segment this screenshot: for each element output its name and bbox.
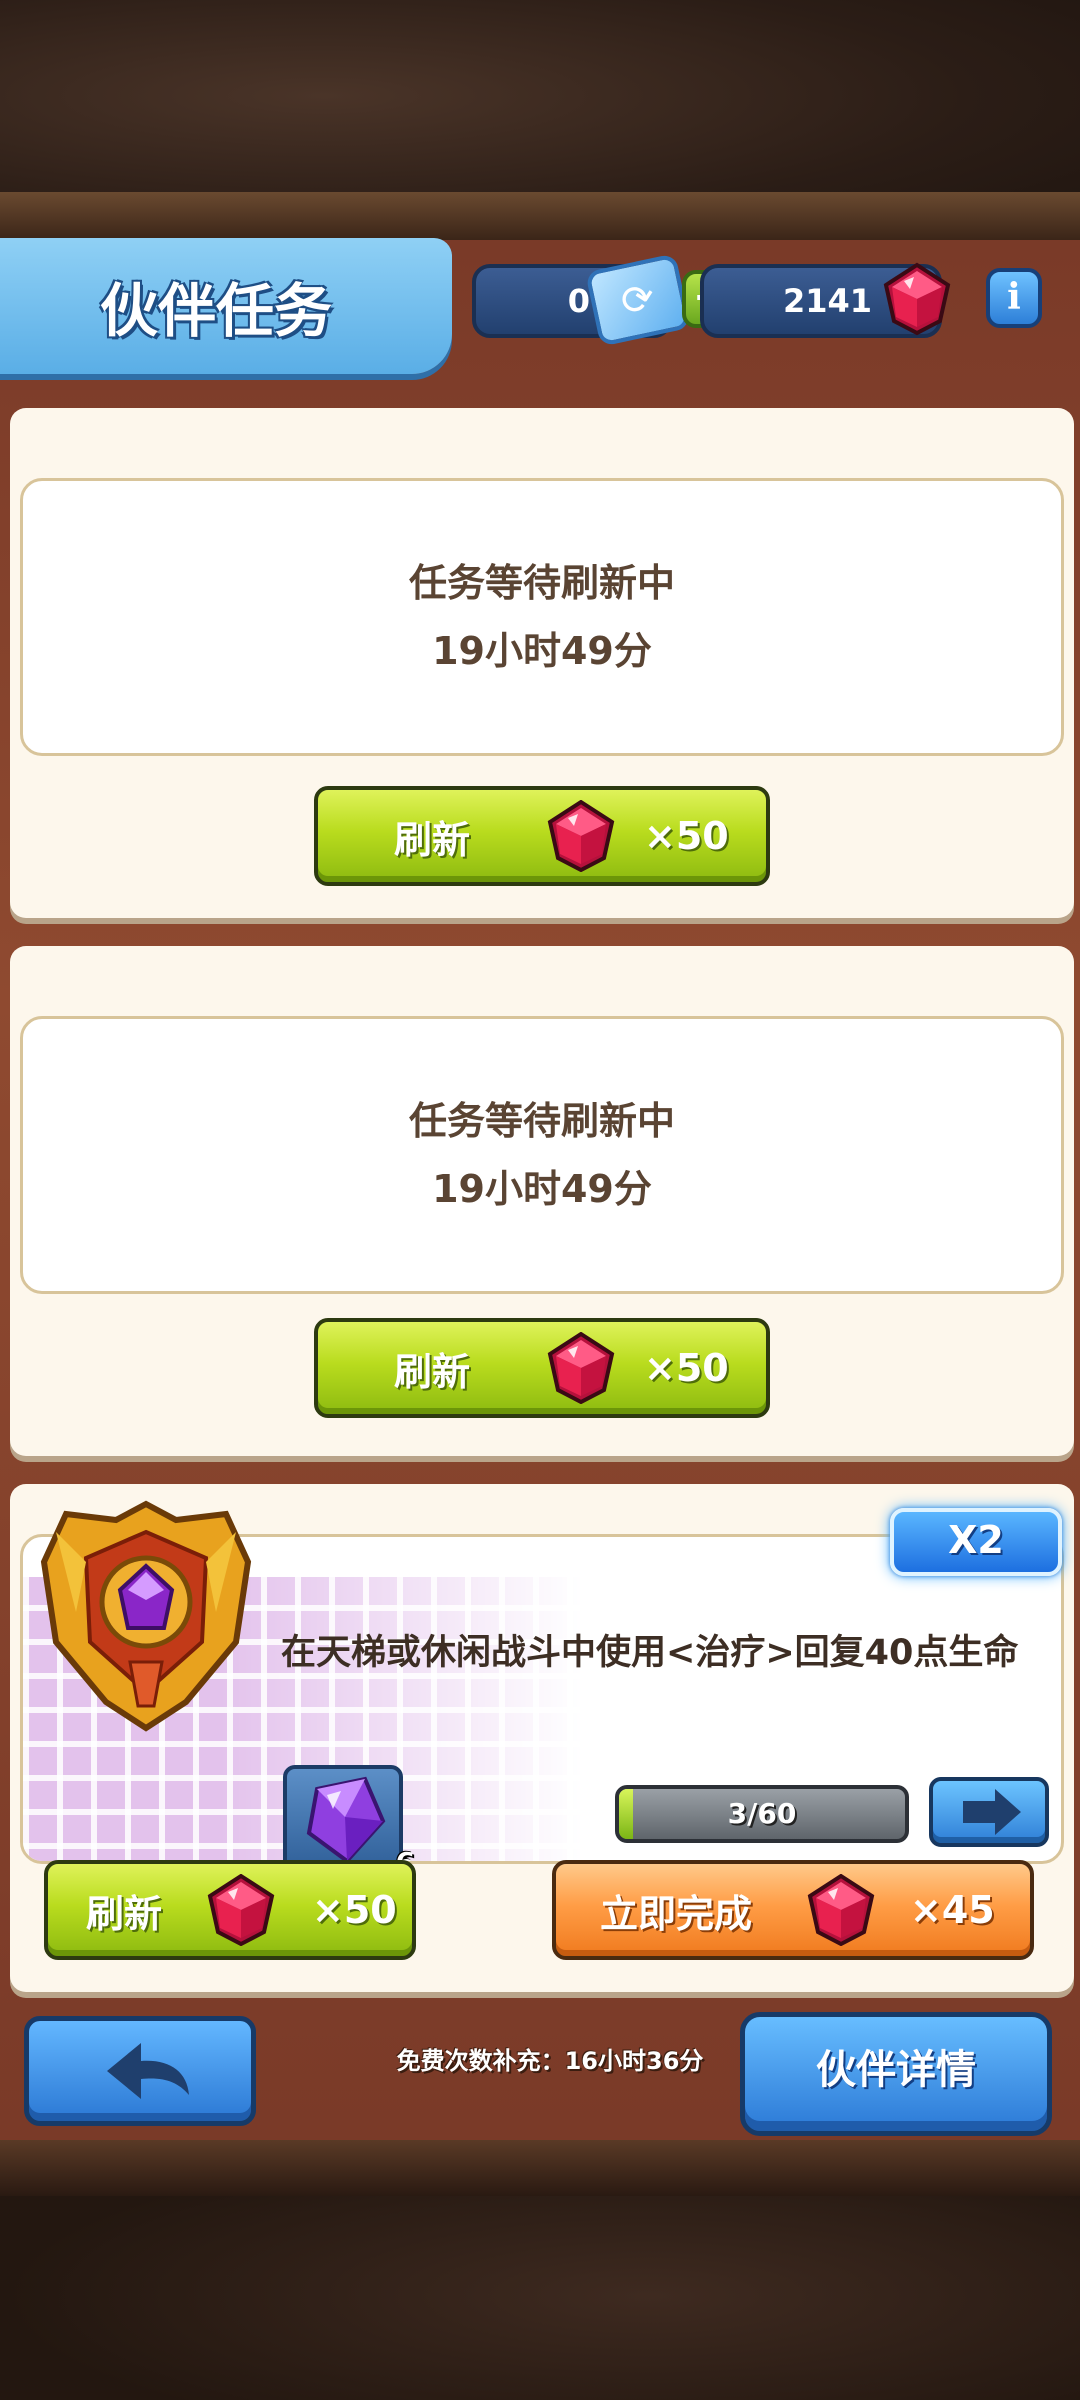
back-button[interactable] xyxy=(24,2016,256,2126)
complete-cost: ×45 xyxy=(910,1888,995,1932)
purple-crystal-icon xyxy=(306,1776,386,1861)
refresh-button[interactable]: 刷新 ×50 xyxy=(314,786,770,886)
waiting-status: 任务等待刷新中 xyxy=(408,561,675,605)
refresh-cost: ×50 xyxy=(644,1346,729,1390)
refresh-cost: ×50 xyxy=(312,1888,397,1932)
partner-details-button[interactable]: 伙伴详情 xyxy=(740,2012,1052,2136)
refresh-label: 刷新 xyxy=(394,1349,471,1394)
task-description: 在天梯或休闲战斗中使用<治疗>回复40点生命 xyxy=(281,1633,1019,1673)
progress-text: 3/60 xyxy=(727,1797,797,1830)
complete-now-label: 立即完成 xyxy=(600,1891,753,1936)
refresh-cost: ×50 xyxy=(644,814,729,858)
task-slot-2: 任务等待刷新中 19小时49分 刷新 ×50 xyxy=(10,946,1074,1456)
waiting-timer: 19小时49分 xyxy=(432,1167,652,1211)
ticket-count: 0 xyxy=(567,282,590,320)
right-arrow-icon xyxy=(963,1789,1021,1835)
gem-icon xyxy=(546,1332,616,1404)
task-emblem-icon xyxy=(40,1500,252,1732)
gem-icon xyxy=(882,262,952,336)
info-icon: i xyxy=(1007,276,1021,318)
info-button[interactable]: i xyxy=(986,268,1042,328)
gem-count: 2141 xyxy=(782,282,872,320)
gem-icon xyxy=(546,800,616,872)
gem-icon xyxy=(206,1874,276,1946)
free-refill-timer: 免费次数补充：16小时36分 xyxy=(396,2047,704,2075)
waiting-timer: 19小时49分 xyxy=(432,629,652,673)
double-reward-badge: X2 xyxy=(890,1508,1062,1576)
waiting-status: 任务等待刷新中 xyxy=(408,1099,675,1143)
refresh-button[interactable]: 刷新 ×50 xyxy=(44,1860,416,1960)
task-slot-3: 在天梯或休闲战斗中使用<治疗>回复40点生命 6 3/60 X2 刷新 ×50 … xyxy=(10,1484,1074,1992)
page-title: 伙伴任务 xyxy=(100,277,333,345)
refresh-button[interactable]: 刷新 ×50 xyxy=(314,1318,770,1418)
refresh-label: 刷新 xyxy=(86,1891,163,1936)
complete-now-button[interactable]: 立即完成 ×45 xyxy=(552,1860,1034,1960)
title-banner: 伙伴任务 xyxy=(0,238,452,374)
waiting-box: 任务等待刷新中 19小时49分 xyxy=(20,1016,1064,1294)
refresh-label: 刷新 xyxy=(394,817,471,862)
bottom-frame-background xyxy=(0,2140,1080,2400)
reward-item[interactable]: 6 xyxy=(283,1765,415,1861)
next-button[interactable] xyxy=(929,1777,1049,1847)
gem-icon xyxy=(806,1874,876,1946)
back-arrow-icon xyxy=(107,2043,189,2099)
task-progress-bar: 3/60 xyxy=(615,1785,909,1843)
task-slot-1: 任务等待刷新中 19小时49分 刷新 ×50 xyxy=(10,408,1074,918)
top-frame-background xyxy=(0,0,1080,240)
waiting-box: 任务等待刷新中 19小时49分 xyxy=(20,478,1064,756)
